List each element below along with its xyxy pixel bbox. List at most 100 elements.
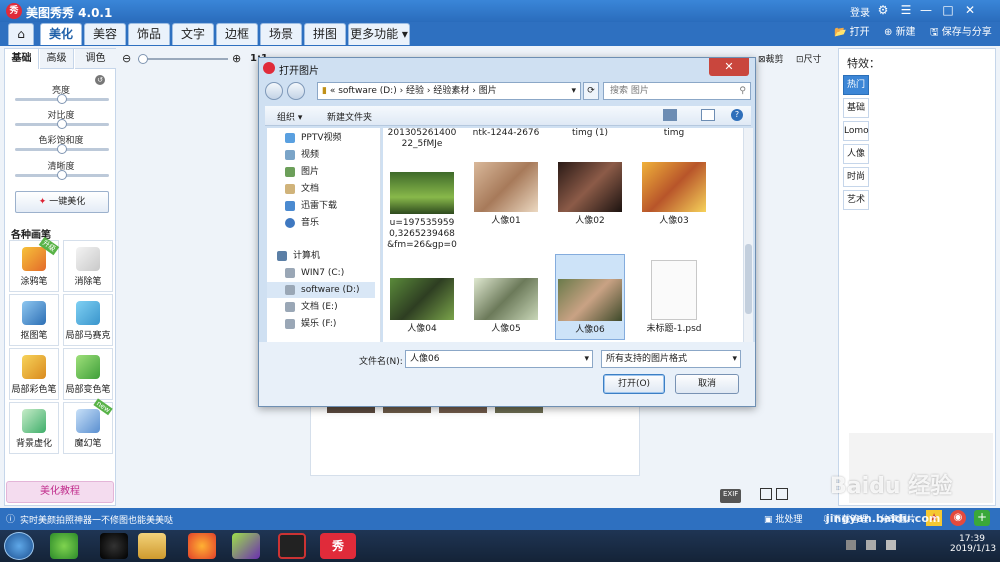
tab-accessories[interactable]: 饰品 [128,23,170,45]
brush-cutout[interactable]: 抠图笔 [9,294,59,346]
meitu-taskbar-icon[interactable]: 秀 [320,533,356,559]
maximize-icon[interactable]: □ [940,3,956,17]
brush-recolor[interactable]: 局部变色笔 [63,348,113,400]
clock[interactable]: 17:39 2019/1/13 [950,534,996,554]
tab-beautify[interactable]: 美化 [40,23,82,45]
tab-scene[interactable]: 场景 [260,23,302,45]
saturation-knob[interactable] [57,144,67,154]
new-folder-button[interactable]: 新建文件夹 [327,110,372,123]
filename-input[interactable]: 人像06 ▾ [405,350,593,368]
firefox-icon[interactable] [188,533,216,559]
batch-button[interactable]: ▣ 批处理 [764,512,802,525]
file-item[interactable]: 未标题-1.psd [639,260,709,335]
nav-videos[interactable]: 视频 [267,147,375,163]
compare-icon[interactable] [760,488,772,500]
file-item[interactable]: timg (1) [555,128,625,139]
zoom-out-icon[interactable]: ⊖ [122,52,131,65]
status-text[interactable]: 实时美颜拍照神器一不修图也能美美哒 [20,513,173,526]
nav-drive-f[interactable]: 娱乐 (F:) [267,316,375,332]
tab-collage[interactable]: 拼图 [304,23,346,45]
file-item[interactable]: 20130526140022_5fMJe [387,128,457,150]
preview-pane-icon[interactable] [701,109,715,121]
crop-button[interactable]: ⊠裁剪 [758,52,784,65]
subtab-advanced[interactable]: 高级 [40,49,74,69]
brush-local-color[interactable]: 局部彩色笔 [9,348,59,400]
path-overflow[interactable]: « [330,86,336,96]
tray-volume-icon[interactable] [886,540,896,550]
360-browser-icon[interactable] [50,533,78,559]
brightness-slider[interactable] [15,94,109,104]
zoom-slider[interactable] [138,54,228,64]
effect-portrait[interactable]: 人像 [843,144,869,164]
size-button[interactable]: ⊡尺寸 [796,52,822,65]
tray-flag-icon[interactable] [866,540,876,550]
file-item[interactable]: timg [639,128,709,139]
forward-button[interactable] [287,82,305,100]
address-bar[interactable]: ▮ « software (D:) › 经验 › 经验素材 › 图片 ▾ [317,82,581,100]
brush-mosaic[interactable]: 局部马赛克 [63,294,113,346]
nav-thunder[interactable]: 迅雷下载 [267,198,375,214]
home-tab[interactable]: ⌂ [8,23,34,45]
file-item[interactable]: 人像04 [387,278,457,335]
media-player-icon[interactable] [232,533,260,559]
plus-icon[interactable]: + [974,510,990,526]
close-icon[interactable]: ✕ [962,3,978,17]
file-list-scrollbar[interactable] [743,128,753,342]
effect-art[interactable]: 艺术 [843,190,869,210]
sharpness-slider[interactable] [15,170,109,180]
nav-pptv[interactable]: PPTV视频 [267,130,375,146]
dialog-open-button[interactable]: 打开(O) [603,374,665,394]
explorer-icon[interactable] [138,533,166,559]
fit-icon[interactable] [776,488,788,500]
file-item[interactable]: ntk-1244-2676 [471,128,541,139]
saturation-slider[interactable] [15,144,109,154]
save-share-button[interactable]: 🖫 保存与分享 [930,25,992,41]
weibo-icon[interactable]: ◉ [950,510,966,526]
menu-icon[interactable]: ☰ [898,3,914,17]
path-folder-2[interactable]: 经验素材 [433,86,469,96]
tab-more[interactable]: 更多功能 ▾ [348,23,410,45]
view-options-icon[interactable] [663,109,677,121]
tab-text[interactable]: 文字 [172,23,214,45]
sharpness-knob[interactable] [57,170,67,180]
brush-eraser[interactable]: 消除笔 [63,240,113,292]
effect-hot[interactable]: 热门 [843,75,869,95]
brush-doodle[interactable]: 涂鸦笔 升级 [9,236,60,292]
organize-button[interactable]: 组织 ▾ [277,110,302,123]
help-icon[interactable]: ? [731,109,743,121]
skin-icon[interactable]: ⚙ [875,3,891,17]
file-item[interactable]: 人像03 [639,162,709,227]
nav-pictures[interactable]: 图片 [267,164,375,180]
path-drive[interactable]: software (D:) [338,86,397,96]
effect-basic[interactable]: 基础 [843,98,869,118]
filename-dropdown-icon[interactable]: ▾ [584,351,589,367]
contrast-knob[interactable] [57,119,67,129]
file-item[interactable]: 人像01 [471,162,541,227]
nav-documents[interactable]: 文档 [267,181,375,197]
file-item[interactable]: 人像05 [471,278,541,335]
qq-icon[interactable] [100,533,128,559]
dialog-close-button[interactable]: ✕ [709,58,749,76]
tab-border[interactable]: 边框 [216,23,258,45]
search-input[interactable]: 搜索 图片 ⚲ [603,82,751,100]
open-button[interactable]: 📂 打开 [834,25,870,41]
effect-fashion[interactable]: 时尚 [843,167,869,187]
subtab-color[interactable]: 调色 [75,49,116,69]
scroll-thumb[interactable] [745,244,752,314]
nav-drive-d[interactable]: software (D:) [267,282,375,298]
nav-computer[interactable]: 计算机 [267,248,375,264]
new-button[interactable]: ⊕ 新建 [884,25,916,41]
subtab-basic[interactable]: 基础 [5,49,39,69]
login-link[interactable]: 登录 [850,4,870,19]
file-item-selected[interactable]: 人像06 [555,254,625,340]
filetype-select[interactable]: 所有支持的图片格式 ▾ [601,350,741,368]
nav-drive-e[interactable]: 文档 (E:) [267,299,375,315]
one-click-beautify-button[interactable]: ✦ 一键美化 [15,191,109,213]
refresh-icon[interactable]: ⟳ [583,82,599,100]
minimize-icon[interactable]: — [918,3,934,17]
file-item[interactable]: u=1975359590,3265239468&fm=26&gp=0 [387,172,457,251]
path-dropdown-icon[interactable]: ▾ [571,83,576,99]
file-item[interactable]: 人像02 [555,162,625,227]
filetype-dropdown-icon[interactable]: ▾ [732,351,737,367]
dialog-cancel-button[interactable]: 取消 [675,374,739,394]
